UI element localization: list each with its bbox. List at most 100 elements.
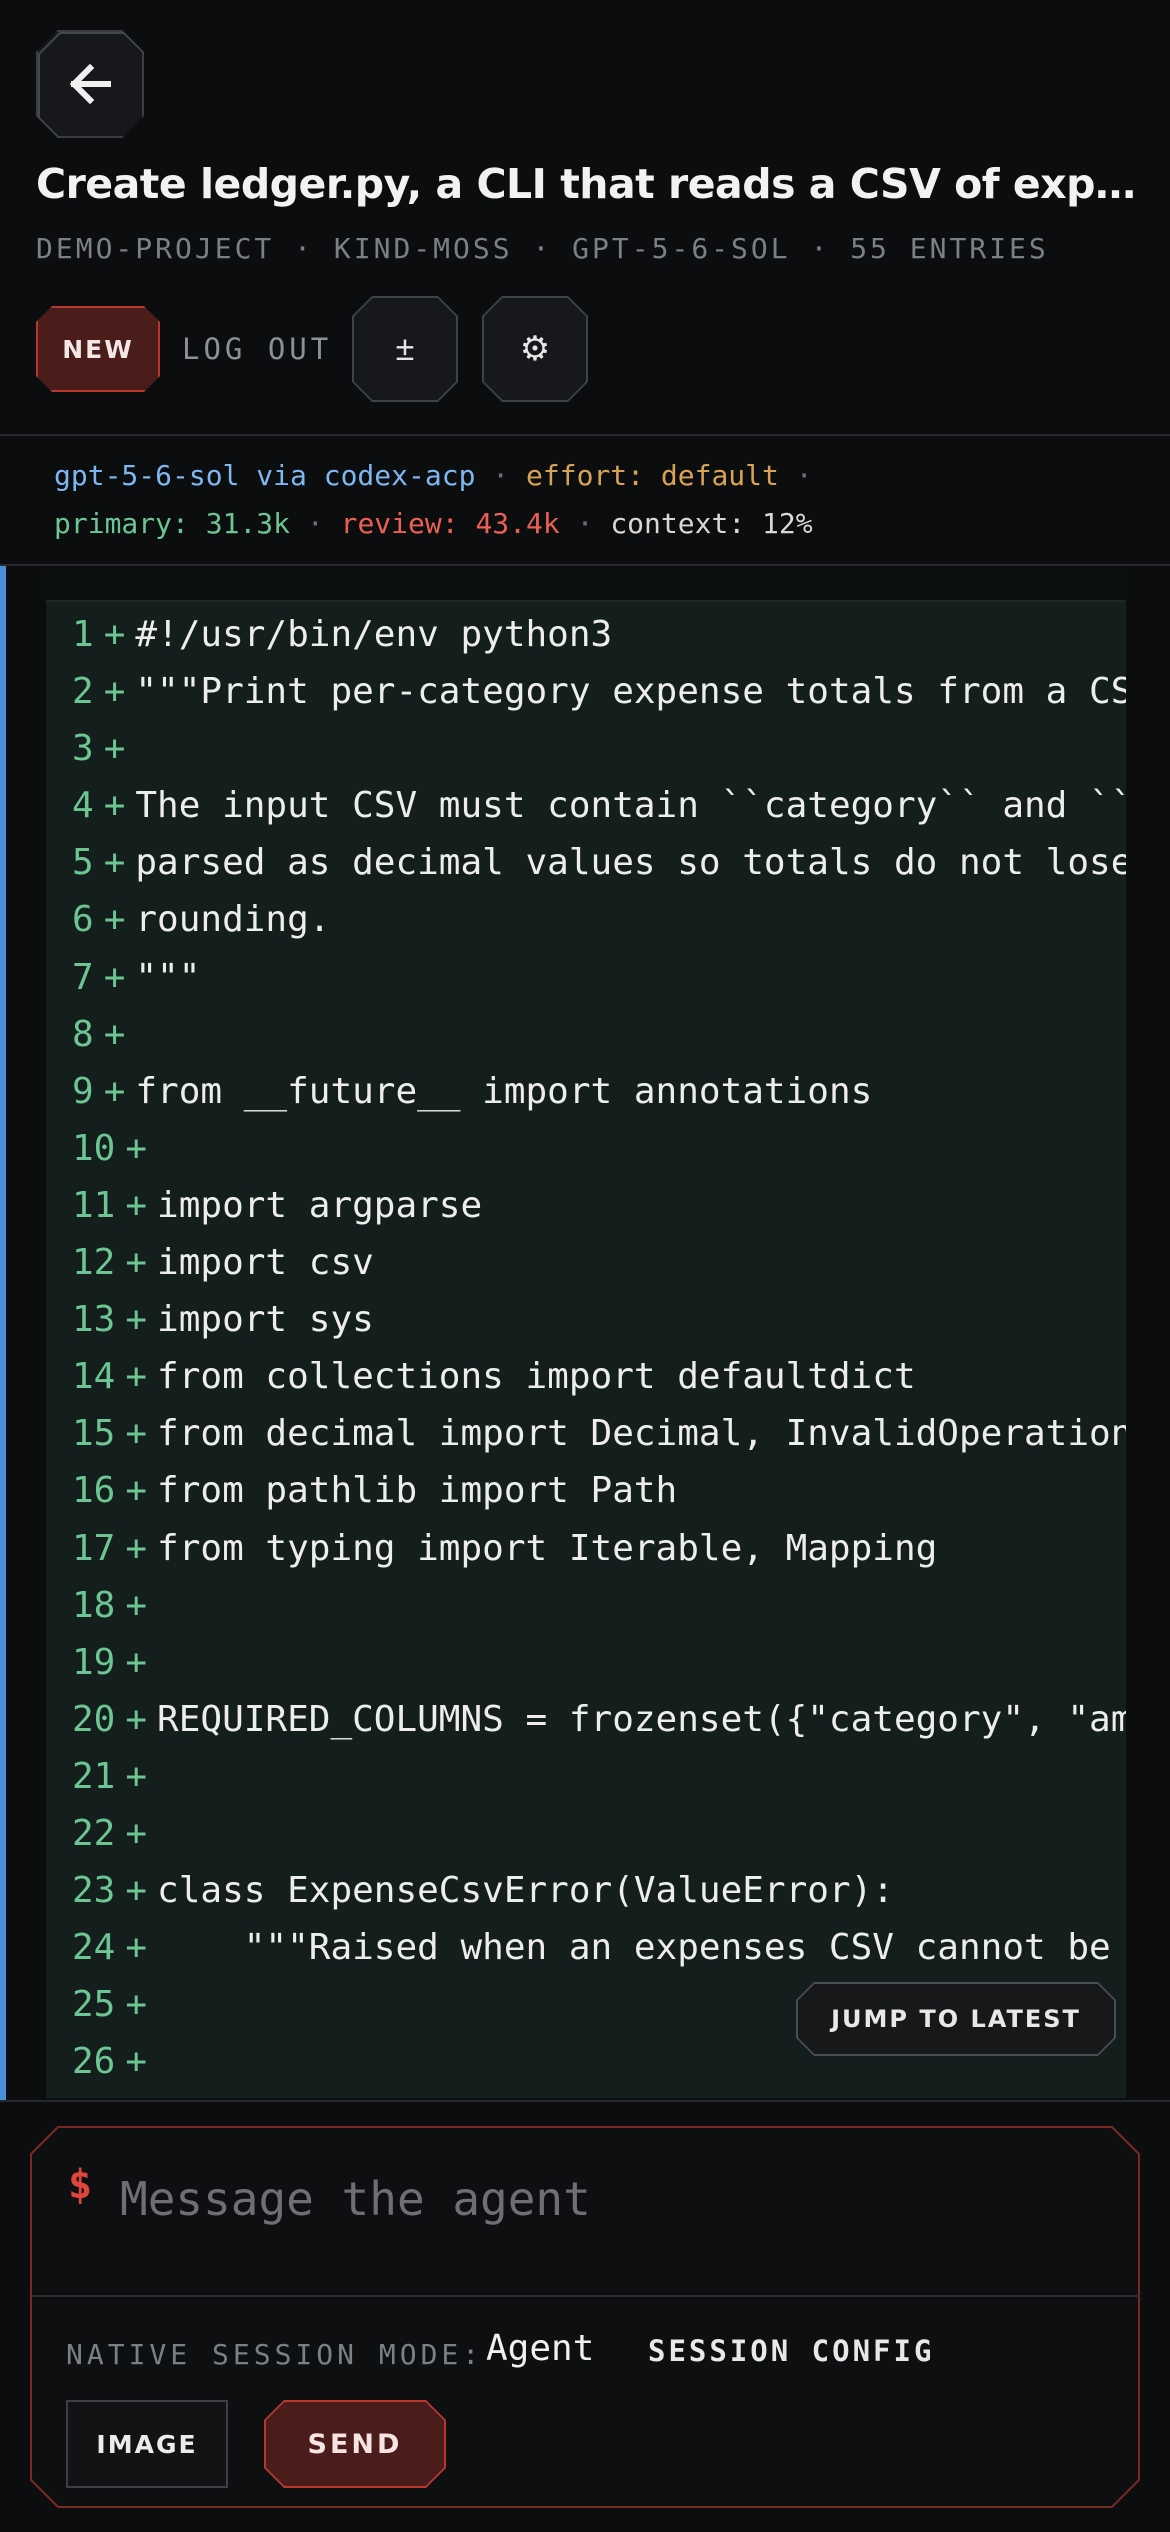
line-number: 11 bbox=[72, 1184, 116, 1226]
line-number: 2 bbox=[72, 671, 94, 713]
session-meta: DEMO-PROJECT · KIND-MOSS · GPT-5-6-SOL ·… bbox=[36, 232, 1049, 265]
added-marker: + bbox=[125, 1299, 148, 1341]
added-marker: + bbox=[103, 1013, 126, 1055]
line-number: 21 bbox=[72, 1755, 116, 1797]
line-number: 10 bbox=[72, 1127, 116, 1169]
code-text: class ExpenseCsvError(ValueError): bbox=[157, 1870, 894, 1912]
message-accent-bar bbox=[0, 566, 6, 2102]
session-name: KIND-MOSS bbox=[333, 232, 513, 265]
line-number: 20 bbox=[72, 1698, 116, 1740]
diff-line: 7 + """ bbox=[46, 949, 1126, 1006]
jump-to-latest-button[interactable]: JUMP TO LATEST bbox=[796, 1982, 1116, 2056]
diff-line: 2 + """Print per-category expense totals f… bbox=[46, 663, 1126, 720]
back-button-frame bbox=[38, 32, 144, 138]
gear-icon: ⚙ bbox=[519, 330, 551, 368]
message-input[interactable] bbox=[118, 2158, 1112, 2240]
status-separator: · bbox=[492, 459, 510, 492]
agent-status: gpt-5-6-sol via codex-acp · effort: defa… bbox=[54, 452, 813, 548]
added-marker: + bbox=[125, 1527, 148, 1569]
code-text: from decimal import Decimal, InvalidOper… bbox=[157, 1413, 1126, 1455]
line-number: 5 bbox=[72, 842, 94, 884]
code-text: parsed as decimal values so totals do no… bbox=[135, 842, 1126, 884]
plus-minus-icon: ± bbox=[395, 329, 415, 368]
line-number: 12 bbox=[72, 1242, 116, 1284]
diff-line: 19 + bbox=[46, 1634, 1126, 1691]
added-marker: + bbox=[125, 1127, 148, 1169]
added-marker: + bbox=[103, 614, 126, 655]
diff-line: 10 + bbox=[46, 1120, 1126, 1177]
added-marker: + bbox=[103, 899, 126, 941]
diff-line: 18 + bbox=[46, 1577, 1126, 1634]
added-marker: + bbox=[125, 1413, 148, 1455]
header-divider bbox=[0, 434, 1170, 436]
added-marker: + bbox=[125, 1584, 148, 1626]
diff-line: 14 + from collections import defaultdict bbox=[46, 1348, 1126, 1405]
line-number: 25 bbox=[72, 1984, 116, 2026]
attach-image-button[interactable]: IMAGE bbox=[66, 2400, 228, 2488]
added-marker: + bbox=[125, 1641, 148, 1683]
review-tokens: review: 43.4k bbox=[340, 507, 560, 540]
status-separator: · bbox=[795, 459, 813, 492]
diff-line: 16 + from pathlib import Path bbox=[46, 1462, 1126, 1519]
added-marker: + bbox=[125, 1242, 148, 1284]
line-number: 9 bbox=[72, 1070, 94, 1112]
line-number: 22 bbox=[72, 1812, 116, 1854]
code-text: from typing import Iterable, Mapping bbox=[157, 1527, 938, 1569]
header-toolbar: NEW LOG OUT ± ⚙ bbox=[36, 296, 1136, 406]
diff-viewer[interactable]: 1 + #!/usr/bin/env python3 2 + """Print per-c… bbox=[46, 572, 1126, 2098]
line-number: 7 bbox=[72, 956, 94, 998]
logout-button[interactable]: LOG OUT bbox=[182, 332, 332, 366]
line-number: 23 bbox=[72, 1870, 116, 1912]
meta-separator: · bbox=[810, 232, 831, 265]
line-number: 13 bbox=[72, 1299, 116, 1341]
diff-line: 9 + from __future__ import annotations bbox=[46, 1063, 1126, 1120]
diff-toggle-button[interactable]: ± bbox=[352, 296, 458, 402]
send-button[interactable]: SEND bbox=[264, 2400, 446, 2488]
line-number: 17 bbox=[72, 1527, 116, 1569]
code-text: from __future__ import annotations bbox=[135, 1070, 873, 1112]
added-marker: + bbox=[125, 1870, 148, 1912]
line-number: 1 bbox=[72, 614, 94, 655]
added-marker: + bbox=[125, 1755, 148, 1797]
diff-line: 13 + import sys bbox=[46, 1291, 1126, 1348]
session-mode-select[interactable]: Agent bbox=[486, 2328, 594, 2369]
diff-line: 11 + import argparse bbox=[46, 1177, 1126, 1234]
primary-tokens: primary: 31.3k bbox=[54, 507, 291, 540]
code-text: #!/usr/bin/env python3 bbox=[135, 614, 613, 655]
back-button[interactable] bbox=[36, 30, 144, 138]
line-number: 3 bbox=[72, 728, 94, 770]
diff-line: 23 + class ExpenseCsvError(ValueError): bbox=[46, 1862, 1126, 1919]
diff-line: 20 + REQUIRED_COLUMNS = frozenset({"catego… bbox=[46, 1691, 1126, 1748]
meta-separator: · bbox=[294, 232, 315, 265]
diff-line: 24 + """Raised when an expenses CSV canno… bbox=[46, 1919, 1126, 1976]
added-marker: + bbox=[103, 842, 126, 884]
session-mode-label: NATIVE SESSION MODE: bbox=[66, 2338, 484, 2371]
line-number: 18 bbox=[72, 1584, 116, 1626]
new-session-button[interactable]: NEW bbox=[36, 306, 160, 392]
added-marker: + bbox=[125, 1927, 148, 1969]
added-marker: + bbox=[125, 2041, 148, 2083]
added-marker: + bbox=[103, 785, 126, 827]
diff-line: 15 + from decimal import Decimal, InvalidO… bbox=[46, 1405, 1126, 1462]
code-text: import csv bbox=[157, 1242, 374, 1284]
added-marker: + bbox=[103, 671, 126, 713]
jump-to-latest-label: JUMP TO LATEST bbox=[831, 2005, 1081, 2033]
line-number: 16 bbox=[72, 1470, 116, 1512]
diff-line: 17 + from typing import Iterable, Mapping bbox=[46, 1520, 1126, 1577]
diff-line: 4 + The input CSV must contain ``category`… bbox=[46, 777, 1126, 834]
composer-divider bbox=[0, 2100, 1170, 2102]
diff-line: 12 + import csv bbox=[46, 1234, 1126, 1291]
line-number: 4 bbox=[72, 785, 94, 827]
added-marker: + bbox=[125, 1984, 148, 2026]
session-config-button[interactable]: SESSION CONFIG bbox=[648, 2334, 934, 2368]
settings-button[interactable]: ⚙ bbox=[482, 296, 588, 402]
diff-header bbox=[46, 572, 1126, 602]
agent-label: gpt-5-6-sol via codex-acp bbox=[54, 459, 476, 492]
line-number: 6 bbox=[72, 899, 94, 941]
code-text: import argparse bbox=[157, 1184, 483, 1226]
added-marker: + bbox=[103, 728, 126, 770]
line-number: 14 bbox=[72, 1356, 116, 1398]
diff-lines: 1 + #!/usr/bin/env python3 2 + """Print per-c… bbox=[46, 606, 1126, 2090]
project-name: DEMO-PROJECT bbox=[36, 232, 275, 265]
code-text: from collections import defaultdict bbox=[157, 1356, 916, 1398]
